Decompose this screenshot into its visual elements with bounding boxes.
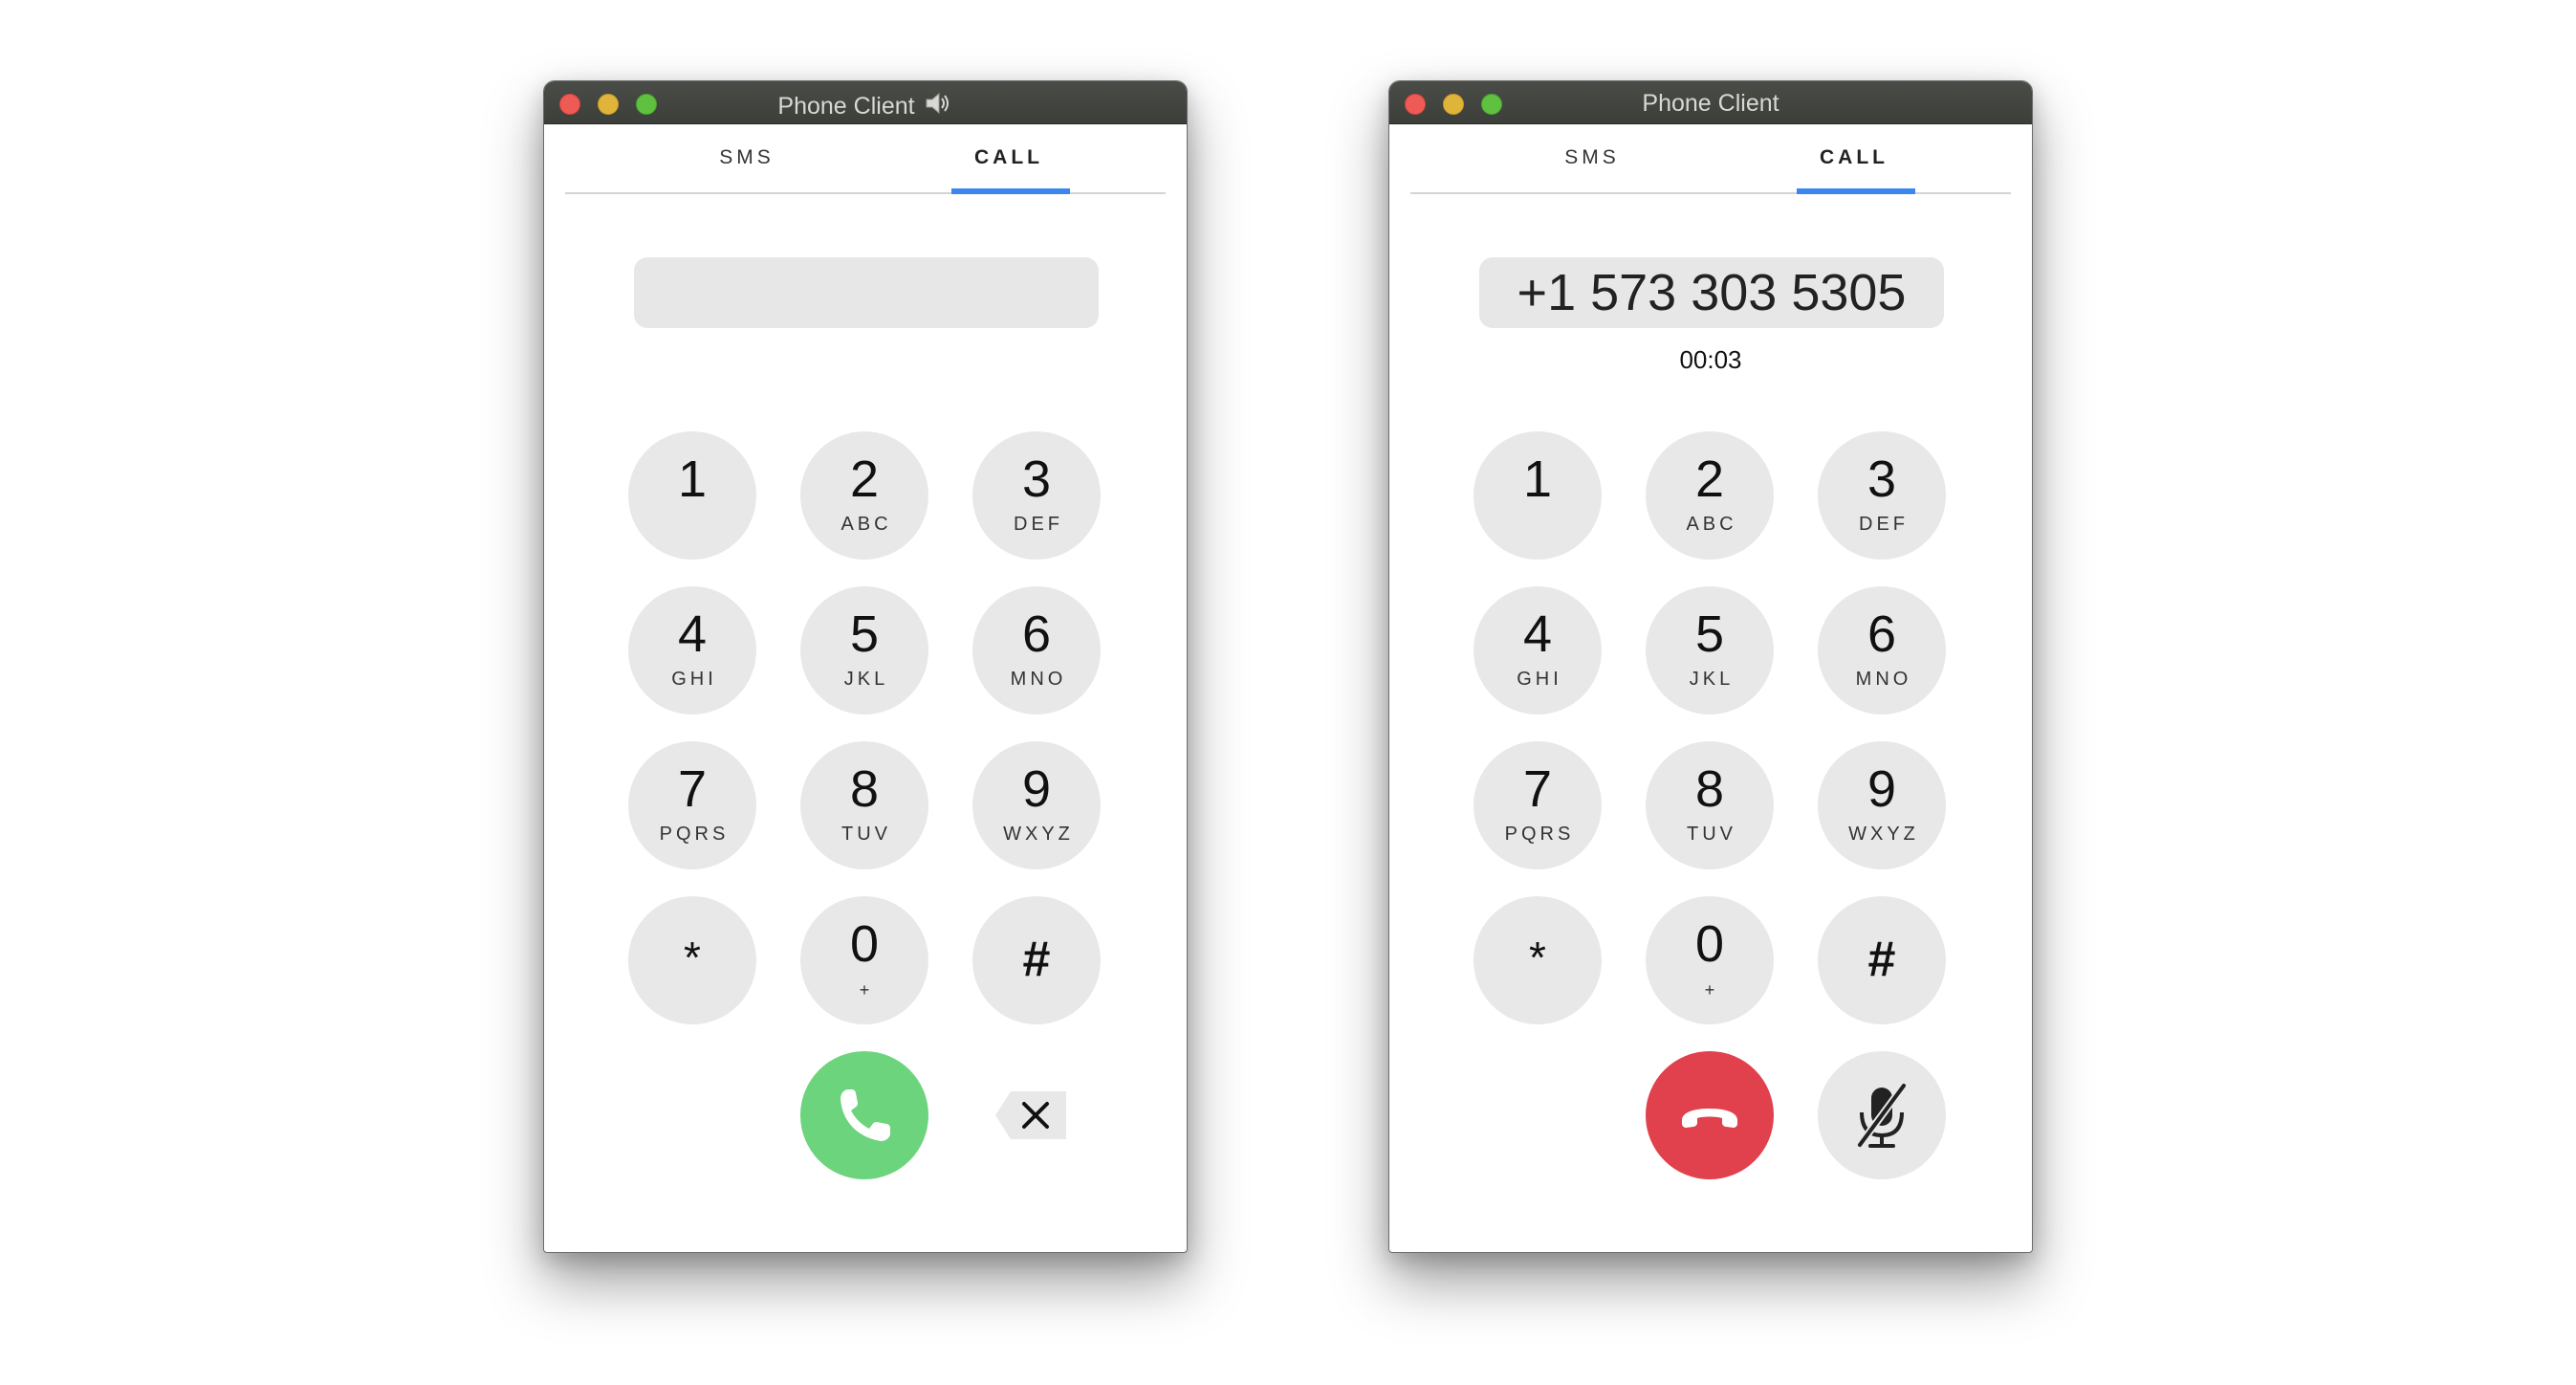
phone-client-window-in-call: Phone Client SMS CALL +1 573 303 5305 00…	[1388, 80, 2033, 1253]
tab-bar: SMS CALL	[1410, 123, 2011, 194]
microphone-muted-icon	[1856, 1083, 1908, 1148]
key-letters: PQRS	[1504, 824, 1575, 845]
keypad-key-0[interactable]: 0 +	[1646, 896, 1774, 1024]
key-letters: TUV	[841, 824, 891, 845]
keypad-key-5[interactable]: 5 JKL	[800, 586, 928, 714]
key-digit: 0	[849, 915, 880, 973]
key-letters: TUV	[1687, 824, 1736, 845]
keypad-key-7[interactable]: 7 PQRS	[1474, 741, 1602, 869]
key-digit: 4	[677, 605, 708, 663]
key-digit: 2	[1694, 451, 1725, 508]
window-title-text: Phone Client	[777, 93, 915, 120]
key-digit: 4	[1522, 605, 1553, 663]
tab-call[interactable]: CALL	[1795, 146, 1913, 169]
keypad-key-2[interactable]: 2 ABC	[1646, 431, 1774, 560]
mute-button[interactable]	[1818, 1051, 1946, 1179]
key-digit: 3	[1867, 451, 1897, 508]
keypad-key-8[interactable]: 8 TUV	[800, 741, 928, 869]
keypad-key-star[interactable]: *	[1474, 896, 1602, 1024]
keypad-key-9[interactable]: 9 WXYZ	[1818, 741, 1946, 869]
keypad-key-hash[interactable]: #	[972, 896, 1101, 1024]
keypad-key-2[interactable]: 2 ABC	[800, 431, 928, 560]
key-letters: +	[859, 980, 870, 1000]
key-digit: 6	[1021, 605, 1052, 663]
phone-client-window-idle: Phone Client SMS CALL 1 2 ABC 3 DEF 4 GH…	[543, 80, 1188, 1253]
hang-up-icon	[1682, 1109, 1737, 1128]
phone-number-display[interactable]	[634, 257, 1099, 328]
key-digit: *	[684, 933, 701, 982]
keypad-key-4[interactable]: 4 GHI	[1474, 586, 1602, 714]
tab-bar: SMS CALL	[565, 123, 1166, 194]
active-tab-indicator	[1797, 188, 1915, 194]
key-letters: PQRS	[659, 824, 730, 845]
key-letters: GHI	[671, 669, 717, 690]
title-bar[interactable]: Phone Client	[1389, 81, 2032, 124]
key-digit: *	[1529, 933, 1546, 982]
keypad-key-3[interactable]: 3 DEF	[1818, 431, 1946, 560]
key-letters: MNO	[1855, 669, 1912, 690]
key-digit: 8	[849, 760, 880, 818]
tab-sms[interactable]: SMS	[689, 146, 804, 169]
keypad-key-9[interactable]: 9 WXYZ	[972, 741, 1101, 869]
key-letters: JKL	[1689, 669, 1735, 690]
tab-sms[interactable]: SMS	[1535, 146, 1649, 169]
keypad-key-3[interactable]: 3 DEF	[972, 431, 1101, 560]
key-digit: 9	[1021, 760, 1052, 818]
key-digit: 0	[1694, 915, 1725, 973]
backspace-icon	[995, 1091, 1066, 1139]
key-digit: 2	[849, 451, 880, 508]
key-letters: DEF	[1014, 514, 1063, 535]
window-title: Phone Client	[544, 89, 1187, 121]
window-title: Phone Client	[1642, 90, 1779, 117]
key-digit: 5	[849, 605, 880, 663]
keypad-key-5[interactable]: 5 JKL	[1646, 586, 1774, 714]
key-digit: 7	[677, 760, 708, 818]
key-letters: WXYZ	[1003, 824, 1074, 845]
key-digit: #	[1022, 932, 1051, 987]
keypad-key-hash[interactable]: #	[1818, 896, 1946, 1024]
title-bar[interactable]: Phone Client	[544, 81, 1187, 124]
keypad-key-1[interactable]: 1	[628, 431, 756, 560]
speaker-icon	[926, 92, 949, 115]
key-letters: GHI	[1517, 669, 1562, 690]
keypad-key-1[interactable]: 1	[1474, 431, 1602, 560]
key-digit: 7	[1522, 760, 1553, 818]
key-letters: +	[1704, 980, 1715, 1000]
key-digit: 6	[1867, 605, 1897, 663]
backspace-button[interactable]	[993, 1089, 1070, 1141]
key-letters: WXYZ	[1848, 824, 1919, 845]
phone-number-display[interactable]: +1 573 303 5305	[1479, 257, 1944, 328]
key-digit: 1	[1522, 451, 1553, 508]
active-tab-indicator	[951, 188, 1070, 194]
call-button[interactable]	[800, 1051, 928, 1179]
keypad-key-8[interactable]: 8 TUV	[1646, 741, 1774, 869]
keypad-key-7[interactable]: 7 PQRS	[628, 741, 756, 869]
key-digit: 3	[1021, 451, 1052, 508]
keypad-key-star[interactable]: *	[628, 896, 756, 1024]
key-digit: 5	[1694, 605, 1725, 663]
key-digit: #	[1867, 932, 1896, 987]
hang-up-button[interactable]	[1646, 1051, 1774, 1179]
phone-icon	[840, 1089, 890, 1141]
key-letters: ABC	[840, 514, 892, 535]
key-letters: JKL	[843, 669, 889, 690]
key-digit: 9	[1867, 760, 1897, 818]
key-letters: DEF	[1859, 514, 1909, 535]
keypad-key-4[interactable]: 4 GHI	[628, 586, 756, 714]
key-digit: 8	[1694, 760, 1725, 818]
key-letters: MNO	[1010, 669, 1067, 690]
call-timer: 00:03	[1679, 345, 1742, 374]
keypad-key-0[interactable]: 0 +	[800, 896, 928, 1024]
key-letters: ABC	[1686, 514, 1737, 535]
tab-call[interactable]: CALL	[950, 146, 1068, 169]
keypad-key-6[interactable]: 6 MNO	[1818, 586, 1946, 714]
keypad-key-6[interactable]: 6 MNO	[972, 586, 1101, 714]
key-digit: 1	[677, 451, 708, 508]
